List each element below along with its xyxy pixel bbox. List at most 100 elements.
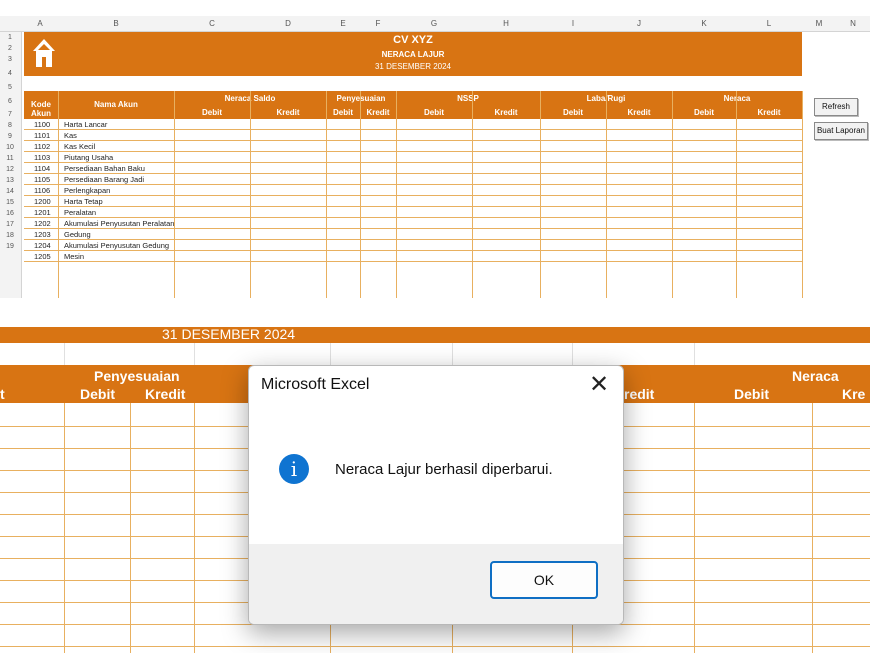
report-title: NERACA LAJUR — [381, 50, 445, 59]
header-debit: Debit — [424, 108, 444, 117]
row-header[interactable]: 5 — [0, 84, 20, 91]
account-name: Harta Lancar — [64, 120, 108, 129]
grid-line — [250, 91, 251, 298]
grid-line — [812, 403, 813, 653]
account-name: Peralatan — [64, 208, 97, 217]
header-debit: Debit — [694, 108, 714, 117]
row-header[interactable]: 17 — [0, 221, 20, 228]
row-header[interactable]: 3 — [0, 56, 20, 63]
zoomed-header-penyesuaian: Penyesuaian — [94, 368, 180, 384]
zoomed-header-kredit: Kre — [842, 386, 866, 402]
table-row[interactable]: 1101 Kas — [24, 130, 802, 141]
column-header-e[interactable]: E — [326, 19, 360, 28]
refresh-button[interactable]: Refresh — [814, 98, 858, 116]
row-header[interactable]: 11 — [0, 155, 20, 162]
row-header[interactable]: 8 — [0, 122, 20, 129]
zoomed-header-kredit: t — [0, 386, 5, 402]
header-kredit: Kredit — [494, 108, 518, 117]
table-row[interactable]: 1106 Perlengkapan — [24, 185, 802, 196]
account-code: 1204 — [34, 241, 51, 250]
header-penyesuaian: Penyesuaian — [326, 94, 396, 103]
report-date: 31 DESEMBER 2024 — [374, 62, 452, 71]
row-header[interactable]: 1 — [0, 34, 20, 41]
zoomed-header-debit: Debit — [734, 386, 769, 402]
grid-line — [174, 91, 175, 298]
account-code: 1106 — [34, 186, 51, 195]
account-code: 1100 — [34, 120, 51, 129]
table-row[interactable]: 1100 Harta Lancar — [24, 119, 802, 130]
header-nssp: NSSP — [457, 94, 479, 103]
grid-line — [452, 343, 453, 365]
table-row[interactable]: 1200 Harta Tetap — [24, 196, 802, 207]
grid-line — [330, 343, 331, 365]
account-name: Mesin — [64, 252, 85, 261]
grid-line — [472, 91, 473, 298]
table-row[interactable]: 1205 Mesin — [24, 251, 802, 262]
close-icon[interactable]: ✕ — [585, 372, 613, 400]
column-header-d[interactable]: D — [250, 19, 326, 28]
ok-button[interactable]: OK — [490, 561, 598, 599]
column-header-f[interactable]: F — [360, 19, 396, 28]
row-header[interactable]: 18 — [0, 232, 20, 239]
account-code: 1200 — [34, 197, 51, 206]
zoomed-report-date: 31 DESEMBER 2024 — [162, 327, 296, 342]
header-debit: Debit — [333, 108, 353, 117]
grid-line — [672, 91, 673, 298]
account-code: 1102 — [34, 142, 51, 151]
account-name: Akumulasi Penyusutan Gedung — [64, 241, 170, 250]
table-row[interactable]: 1103 Piutang Usaha — [24, 152, 802, 163]
column-header-n[interactable]: N — [836, 19, 870, 28]
table-row[interactable]: 1204 Akumulasi Penyusutan Gedung — [24, 240, 802, 251]
table-row[interactable]: 1105 Persediaan Barang Jadi — [24, 174, 802, 185]
grid-line — [606, 91, 607, 298]
account-name: Kas — [64, 131, 77, 140]
column-header-g[interactable]: G — [396, 19, 472, 28]
table-row[interactable]: 1203 Gedung — [24, 229, 802, 240]
zoomed-date-band: 31 DESEMBER 2024 — [0, 327, 870, 343]
row-header[interactable]: 16 — [0, 210, 20, 217]
row-header[interactable]: 15 — [0, 199, 20, 206]
row-header-bar: 1 2 3 4 5 6 7 8 9 10 11 12 13 14 15 16 1… — [0, 32, 22, 298]
dialog-footer: OK — [249, 544, 623, 624]
header-debit: Debit — [202, 108, 222, 117]
column-header-m[interactable]: M — [802, 19, 836, 28]
row-header[interactable]: 6 — [0, 98, 20, 105]
row-header[interactable]: 14 — [0, 188, 20, 195]
column-header-k[interactable]: K — [672, 19, 736, 28]
table-header: Kode Akun Nama Akun Neraca Saldo Penyesu… — [24, 91, 802, 119]
header-kode-akun: Kode Akun — [31, 100, 51, 118]
grid-line — [64, 403, 65, 653]
row-header[interactable]: 10 — [0, 144, 20, 151]
table-row[interactable]: 1104 Persediaan Bahan Baku — [24, 163, 802, 174]
row-header[interactable]: 19 — [0, 243, 20, 250]
account-name: Akumulasi Penyusutan Peralatan — [64, 219, 175, 228]
table-row[interactable]: 1202 Akumulasi Penyusutan Peralatan — [24, 218, 802, 229]
table-row[interactable]: 1201 Peralatan — [24, 207, 802, 218]
column-header-l[interactable]: L — [736, 19, 802, 28]
column-header-b[interactable]: B — [58, 19, 174, 28]
row-header[interactable]: 4 — [0, 70, 20, 77]
buat-laporan-button[interactable]: Buat Laporan — [814, 122, 868, 140]
column-header-h[interactable]: H — [472, 19, 540, 28]
column-header-j[interactable]: J — [606, 19, 672, 28]
account-code: 1201 — [34, 208, 51, 217]
row-header[interactable]: 12 — [0, 166, 20, 173]
column-header-a[interactable]: A — [22, 19, 58, 28]
account-code: 1105 — [34, 175, 51, 184]
dialog-message: Neraca Lajur berhasil diperbarui. — [335, 461, 553, 478]
spreadsheet-overview: A B C D E F G H I J K L M N 1 2 3 4 5 6 … — [0, 0, 870, 298]
column-header-c[interactable]: C — [174, 19, 250, 28]
grid-line — [194, 343, 195, 365]
account-name: Kas Kecil — [64, 142, 96, 151]
account-name: Persediaan Barang Jadi — [64, 175, 145, 184]
row-header[interactable]: 9 — [0, 133, 20, 140]
account-code: 1101 — [34, 131, 51, 140]
dialog-title: Microsoft Excel — [261, 376, 370, 393]
row-header[interactable]: 2 — [0, 45, 20, 52]
row-header[interactable]: 7 — [0, 111, 20, 118]
table-row[interactable]: 1102 Kas Kecil — [24, 141, 802, 152]
column-header-i[interactable]: I — [540, 19, 606, 28]
row-header[interactable]: 13 — [0, 177, 20, 184]
column-header-bar: A B C D E F G H I J K L M N — [0, 16, 870, 32]
message-dialog: Microsoft Excel ✕ i Neraca Lajur berhasi… — [248, 365, 624, 625]
